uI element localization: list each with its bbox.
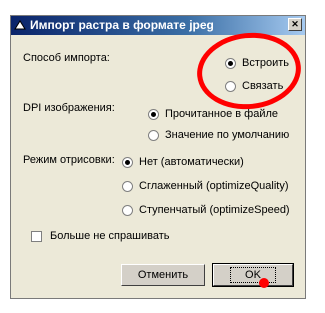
radio-indicator xyxy=(122,204,133,216)
ok-button-label: OK xyxy=(230,267,276,283)
dont-ask-checkbox[interactable]: Больше не спрашивать xyxy=(31,229,170,243)
dpi-default-radio[interactable]: Значение по умолчанию xyxy=(148,128,289,142)
render-speed-label: Ступенчатый (optimizeSpeed) xyxy=(139,204,290,216)
render-mode-label: Режим отрисовки: xyxy=(23,154,115,166)
render-quality-label: Сглаженный (optimizeQuality) xyxy=(139,180,289,192)
dont-ask-label: Больше не спрашивать xyxy=(50,230,170,242)
title-bar[interactable]: Импорт растра в формате jpeg ✕ xyxy=(11,16,305,35)
radio-indicator xyxy=(122,180,133,192)
render-auto-label: Нет (автоматически) xyxy=(139,156,244,168)
import-method-label: Способ импорта: xyxy=(23,52,110,64)
dpi-label: DPI изображения: xyxy=(23,102,115,114)
close-button[interactable]: ✕ xyxy=(288,18,302,31)
dialog-title: Импорт растра в формате jpeg xyxy=(30,18,214,32)
dpi-from-file-label: Прочитанное в файле xyxy=(165,108,278,120)
radio-indicator xyxy=(148,108,159,120)
cancel-button[interactable]: Отменить xyxy=(121,264,205,286)
checkbox-indicator xyxy=(31,230,42,242)
dpi-default-label: Значение по умолчанию xyxy=(165,129,290,141)
ok-button[interactable]: OK xyxy=(212,263,294,287)
cancel-button-label: Отменить xyxy=(137,269,189,281)
radio-indicator xyxy=(148,129,159,141)
app-icon xyxy=(14,20,26,30)
render-quality-radio[interactable]: Сглаженный (optimizeQuality) xyxy=(122,179,289,193)
annotation-dot xyxy=(259,278,269,288)
close-icon: ✕ xyxy=(291,19,299,29)
dpi-from-file-radio[interactable]: Прочитанное в файле xyxy=(148,107,278,121)
render-speed-radio[interactable]: Ступенчатый (optimizeSpeed) xyxy=(122,203,290,217)
radio-indicator xyxy=(122,156,133,168)
render-auto-radio[interactable]: Нет (автоматически) xyxy=(122,155,244,169)
